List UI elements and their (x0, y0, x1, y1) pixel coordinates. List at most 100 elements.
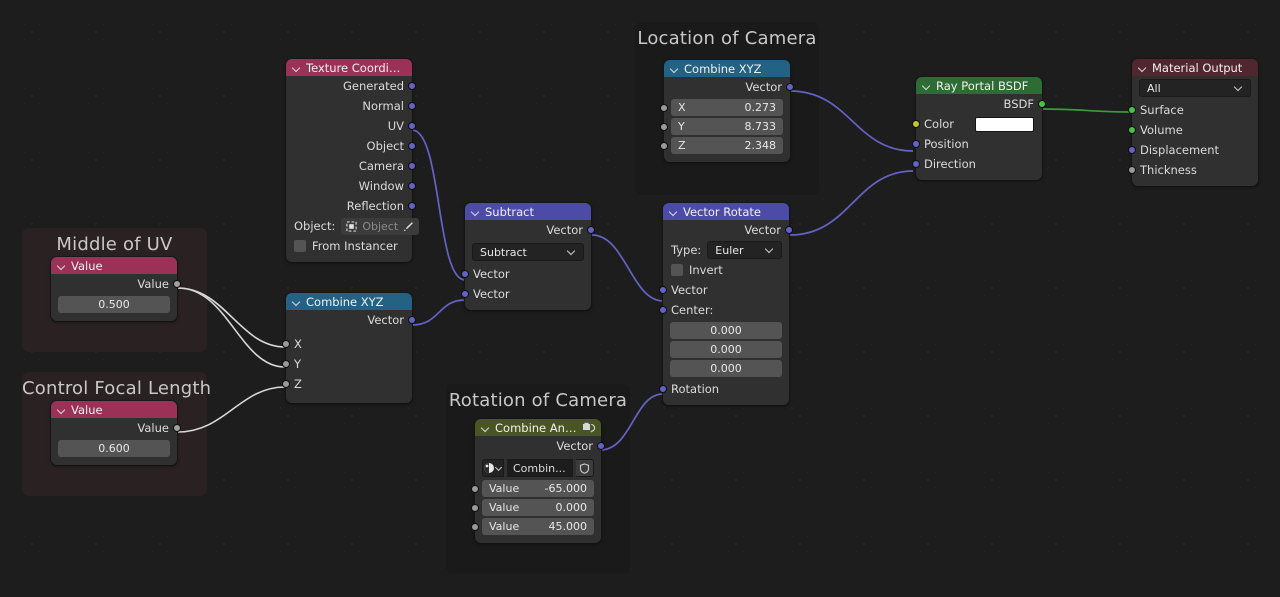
object-row[interactable]: Object: Object (286, 216, 420, 236)
node-texture-coordinate[interactable]: Texture Coordinate Generated Normal UV O… (286, 59, 420, 262)
collapse-chevron-icon[interactable] (670, 64, 679, 73)
output-socket-row[interactable]: Vector (286, 310, 416, 330)
output-socket-row[interactable]: Vector (663, 220, 793, 240)
socket-y[interactable] (660, 123, 668, 131)
node-header[interactable]: Combine XYZ (664, 60, 790, 77)
socket-vector-out[interactable] (786, 83, 794, 91)
color-socket-row[interactable]: Color (912, 114, 1042, 134)
center-y-field[interactable]: 0.000 (670, 341, 782, 358)
socket-thickness[interactable] (1128, 166, 1136, 174)
input-socket-row[interactable]: X (282, 334, 412, 354)
socket-vector-out[interactable] (785, 226, 793, 234)
node-header[interactable]: Material Output (1132, 59, 1258, 76)
node-material-output[interactable]: Material Output All Surface Volume Displ… (1128, 59, 1258, 186)
output-socket-row[interactable]: Reflection (286, 196, 416, 216)
center-z-field[interactable]: 0.000 (670, 360, 782, 377)
socket-value-1[interactable] (471, 485, 479, 493)
collapse-chevron-icon[interactable] (669, 207, 678, 216)
input-socket-row[interactable]: Position (912, 134, 1042, 154)
x-field[interactable]: X 0.273 (660, 99, 783, 116)
socket-z[interactable] (660, 142, 668, 150)
socket-position[interactable] (912, 140, 920, 148)
node-header[interactable]: Value (51, 401, 177, 418)
node-combine-xyz-location[interactable]: Combine XYZ Vector X 0.273 Y 8.733 Z 2.3… (660, 60, 794, 162)
collapse-chevron-icon[interactable] (292, 297, 301, 306)
input-socket-row[interactable]: Vector (461, 284, 591, 304)
output-socket-row[interactable]: Vector (475, 436, 605, 456)
socket-vector-in[interactable] (659, 286, 667, 294)
collapse-chevron-icon[interactable] (57, 405, 66, 414)
center-socket-row[interactable]: Center: (659, 300, 789, 320)
nodegroup-datablock-selector[interactable]: Combin... (482, 459, 594, 477)
output-socket-row[interactable]: Value (51, 418, 181, 438)
value-field[interactable]: Value -65.000 (471, 480, 594, 497)
node-header[interactable]: Texture Coordinate (286, 59, 412, 76)
node-combine-angles[interactable]: Combine Angles Vector (471, 419, 605, 543)
collapse-chevron-icon[interactable] (471, 207, 480, 216)
input-socket-row[interactable]: Vector (461, 264, 591, 284)
type-row[interactable]: Type: Euler (663, 240, 789, 260)
color-swatch[interactable] (975, 116, 1034, 132)
target-dropdown[interactable]: All (1139, 79, 1251, 97)
output-socket-row[interactable]: Window (286, 176, 416, 196)
value-field[interactable]: 0.600 (58, 440, 170, 457)
node-group-icon[interactable] (582, 422, 595, 434)
output-socket-row[interactable]: Vector (465, 220, 595, 240)
socket-displacement[interactable] (1128, 146, 1136, 154)
invert-row[interactable]: Invert (663, 260, 789, 280)
collapse-chevron-icon[interactable] (57, 261, 66, 270)
socket-center[interactable] (659, 306, 667, 314)
socket-value-3[interactable] (471, 523, 479, 531)
output-socket-row[interactable]: UV (286, 116, 416, 136)
socket-value-out[interactable] (173, 424, 181, 432)
input-socket-row[interactable]: Z (282, 374, 412, 394)
socket-surface[interactable] (1128, 106, 1136, 114)
node-header[interactable]: Vector Rotate (663, 203, 789, 220)
node-header[interactable]: Value (51, 257, 177, 274)
node-editor-canvas[interactable]: Middle of UV Control Focal Length Locati… (0, 0, 1280, 597)
collapse-chevron-icon[interactable] (922, 81, 931, 90)
socket-x[interactable] (660, 104, 668, 112)
operation-dropdown[interactable]: Subtract (472, 243, 584, 261)
socket-object[interactable] (408, 142, 416, 150)
node-value-uv[interactable]: Value Value 0.500 (51, 257, 181, 321)
fake-user-shield-icon[interactable] (575, 459, 594, 477)
input-socket-row[interactable]: Displacement (1128, 140, 1258, 160)
y-field[interactable]: Y 8.733 (660, 118, 783, 135)
socket-uv[interactable] (408, 122, 416, 130)
node-combine-xyz-left[interactable]: Combine XYZ Vector X Y Z (282, 293, 416, 403)
center-x-field[interactable]: 0.000 (670, 322, 782, 339)
input-socket-row[interactable]: Y (282, 354, 412, 374)
collapse-chevron-icon[interactable] (292, 63, 301, 72)
output-socket-row[interactable]: Camera (286, 156, 416, 176)
socket-color[interactable] (912, 120, 920, 128)
socket-value-out[interactable] (173, 280, 181, 288)
output-socket-row[interactable]: Value (51, 274, 181, 294)
value-field[interactable]: Value 45.000 (471, 518, 594, 535)
node-header[interactable]: Combine Angles (475, 419, 601, 436)
socket-y[interactable] (282, 360, 290, 368)
output-socket-row[interactable]: Vector (664, 77, 794, 97)
socket-direction[interactable] (912, 160, 920, 168)
output-socket-row[interactable]: BSDF (916, 94, 1046, 114)
node-vector-rotate[interactable]: Vector Rotate Vector Type: Euler Invert … (659, 203, 793, 405)
socket-generated[interactable] (408, 82, 416, 90)
invert-checkbox[interactable] (671, 264, 683, 276)
type-dropdown[interactable]: Euler (707, 241, 782, 259)
from-instancer-checkbox[interactable] (294, 240, 306, 252)
socket-vector-out[interactable] (587, 226, 595, 234)
nodegroup-name[interactable]: Combin... (507, 459, 573, 477)
node-header[interactable]: Subtract (465, 203, 591, 220)
node-subtract[interactable]: Subtract Vector Subtract Vector Vector (461, 203, 595, 310)
input-socket-row[interactable]: Direction (912, 154, 1042, 174)
output-socket-row[interactable]: Normal (286, 96, 416, 116)
socket-volume[interactable] (1128, 126, 1136, 134)
node-header[interactable]: Combine XYZ (286, 293, 412, 310)
socket-vector-out[interactable] (597, 442, 605, 450)
socket-camera[interactable] (408, 162, 416, 170)
node-header[interactable]: Ray Portal BSDF (916, 77, 1042, 94)
output-socket-row[interactable]: Generated (286, 76, 416, 96)
socket-vector-b[interactable] (461, 290, 469, 298)
collapse-chevron-icon[interactable] (481, 423, 490, 432)
socket-z[interactable] (282, 380, 290, 388)
